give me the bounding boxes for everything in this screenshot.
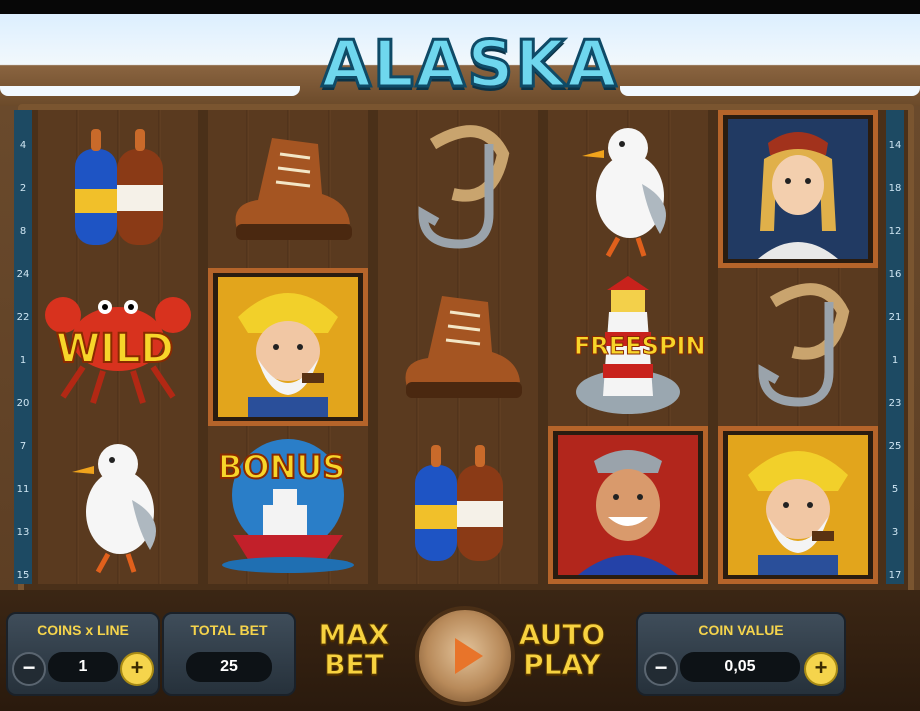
auto-play-line-2: PLAY xyxy=(523,648,602,681)
blonde-girl-icon xyxy=(728,119,868,259)
reel-4: FREESPIN xyxy=(548,110,708,584)
spin-button[interactable] xyxy=(415,606,515,706)
free-spin-label: FREESPIN xyxy=(574,332,707,361)
payline-number-left: 11 xyxy=(16,484,30,495)
reel-2: BONUS xyxy=(208,110,368,584)
symbol-seagull xyxy=(38,426,198,584)
coin-value-decrease-button[interactable]: − xyxy=(644,652,678,686)
snow-ledge xyxy=(0,86,300,96)
coin-value-panel: COIN VALUE − 0,05 + xyxy=(636,612,846,696)
reel-1: WILD xyxy=(38,110,198,584)
max-bet-button[interactable]: MAX BET xyxy=(304,618,404,681)
payline-number-left: 8 xyxy=(19,226,27,237)
payline-number-left: 22 xyxy=(16,312,30,323)
play-icon xyxy=(455,638,483,674)
smiling-fisherman-icon xyxy=(558,435,698,575)
seagull-icon xyxy=(72,444,156,574)
payline-number-left: 15 xyxy=(16,570,30,581)
symbol-buoys xyxy=(378,426,538,584)
coins-x-line-label: COINS x LINE xyxy=(37,622,129,638)
symbol-smiling-fisherman xyxy=(548,426,708,584)
payline-number-right: 21 xyxy=(888,312,902,323)
payline-number-left: 2 xyxy=(19,183,27,194)
snow-ledge xyxy=(620,86,920,96)
buoy-icon xyxy=(415,445,503,561)
bonus-label: BONUS xyxy=(217,447,346,487)
auto-play-line-1: AUTO xyxy=(518,618,606,651)
seagull-icon xyxy=(582,128,666,258)
symbol-buoys xyxy=(38,110,198,268)
payline-number-left: 24 xyxy=(16,269,30,280)
payline-number-left: 7 xyxy=(19,441,27,452)
symbol-boot xyxy=(378,268,538,426)
boot-icon xyxy=(405,296,522,398)
hook-icon xyxy=(418,125,510,249)
wild-label: WILD xyxy=(55,325,175,373)
reel-3 xyxy=(378,110,538,584)
coin-value-label: COIN VALUE xyxy=(698,622,784,638)
top-black-bar xyxy=(0,0,920,14)
boot-icon xyxy=(235,138,352,240)
payline-number-right: 25 xyxy=(888,441,902,452)
payline-number-right: 23 xyxy=(888,398,902,409)
symbol-wild-crab: WILD xyxy=(38,268,198,426)
symbol-old-fisherman xyxy=(718,426,878,584)
symbol-free-spin-lighthouse: FREESPIN xyxy=(548,268,708,426)
old-fisherman-icon xyxy=(728,435,868,575)
payline-number-right: 5 xyxy=(891,484,899,495)
slot-game-screen: ALASKA FEVER 42824221207111315 141812162… xyxy=(0,0,920,711)
coins-x-line-panel: COINS x LINE − 1 + xyxy=(6,612,160,696)
symbol-bonus-boat: BONUS xyxy=(208,426,368,584)
old-fisherman-icon xyxy=(218,277,358,417)
coins-x-line-value: 1 xyxy=(48,652,118,682)
payline-number-right: 17 xyxy=(888,570,902,581)
total-bet-value: 25 xyxy=(186,652,272,682)
symbol-hook-rope xyxy=(718,268,878,426)
coin-value-increase-button[interactable]: + xyxy=(804,652,838,686)
payline-number-right: 18 xyxy=(888,183,902,194)
hook-icon xyxy=(758,283,850,407)
coins-increase-button[interactable]: + xyxy=(120,652,154,686)
payline-number-right: 1 xyxy=(891,355,899,366)
auto-play-button[interactable]: AUTO PLAY xyxy=(512,618,612,681)
symbol-old-fisherman xyxy=(208,268,368,426)
payline-number-right: 3 xyxy=(891,527,899,538)
payline-number-left: 1 xyxy=(19,355,27,366)
payline-number-right: 12 xyxy=(888,226,902,237)
max-bet-line-2: BET xyxy=(324,648,385,681)
reel-5 xyxy=(718,110,878,584)
payline-sidebar-left xyxy=(14,110,32,584)
payline-number-right: 14 xyxy=(888,140,902,151)
max-bet-line-1: MAX xyxy=(318,618,390,651)
payline-number-left: 20 xyxy=(16,398,30,409)
symbol-seagull xyxy=(548,110,708,268)
symbol-hook-rope xyxy=(378,110,538,268)
buoy-icon xyxy=(75,129,163,245)
payline-sidebar-right xyxy=(886,110,904,584)
symbol-blonde-girl xyxy=(718,110,878,268)
total-bet-label: TOTAL BET xyxy=(190,622,268,638)
total-bet-panel: TOTAL BET 25 xyxy=(162,612,296,696)
symbol-boot xyxy=(208,110,368,268)
coins-decrease-button[interactable]: − xyxy=(12,652,46,686)
payline-number-left: 4 xyxy=(19,140,27,151)
coin-value-value: 0,05 xyxy=(680,652,800,682)
payline-number-right: 16 xyxy=(888,269,902,280)
payline-number-left: 13 xyxy=(16,527,30,538)
